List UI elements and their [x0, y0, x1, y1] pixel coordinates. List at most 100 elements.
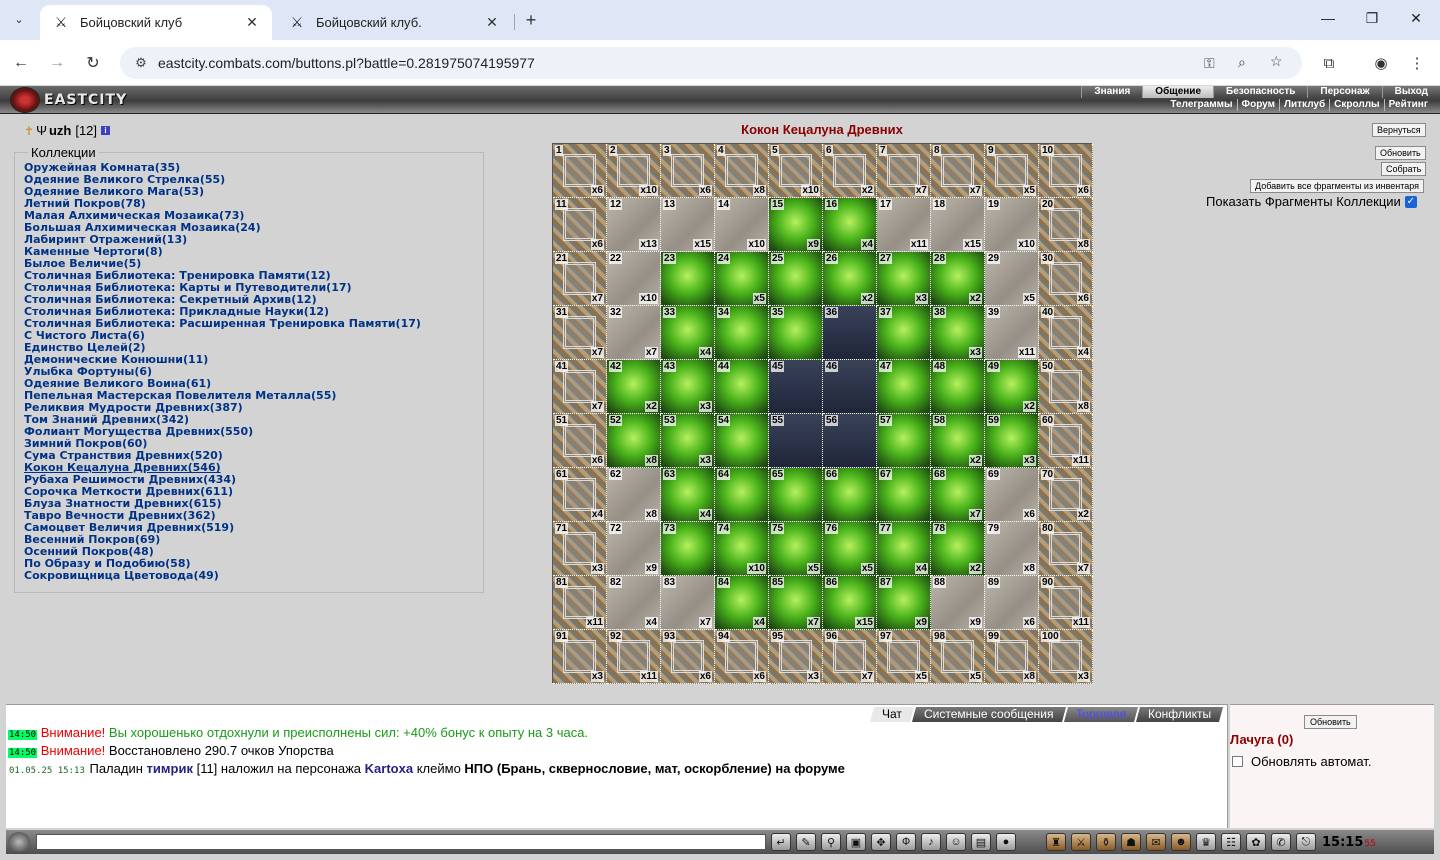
fragment-cell[interactable]: 74 x10	[715, 522, 769, 576]
close-window-icon[interactable]: ✕	[1406, 10, 1426, 27]
fragment-cell[interactable]: 32 x7	[607, 306, 661, 360]
fragment-cell[interactable]: 13 x15	[661, 198, 715, 252]
fragment-cell[interactable]: 14 x10	[715, 198, 769, 252]
fragment-cell[interactable]: 58 x2	[931, 414, 985, 468]
site-info-icon[interactable]: ⚙	[128, 55, 154, 71]
fragment-cell[interactable]: 3 x6	[661, 144, 715, 198]
chat-bubble-icon[interactable]: ✆	[1271, 833, 1291, 851]
fragment-cell[interactable]: 86 x15	[823, 576, 877, 630]
fragment-cell[interactable]: 15 x9	[769, 198, 823, 252]
fragment-cell[interactable]: 82 x4	[607, 576, 661, 630]
fragment-cell[interactable]: 1 x6	[553, 144, 607, 198]
fragment-cell[interactable]: 42 x2	[607, 360, 661, 414]
sub-menu-item[interactable]: Форум	[1236, 99, 1279, 111]
fragment-cell[interactable]: 47	[877, 360, 931, 414]
fragment-cell[interactable]: 50 x8	[1039, 360, 1093, 414]
friends-icon[interactable]: ☷	[1221, 833, 1241, 851]
fragment-cell[interactable]: 88 x9	[931, 576, 985, 630]
sound-icon[interactable]: ♪	[921, 833, 941, 851]
main-menu-item[interactable]: Выход	[1381, 86, 1440, 98]
back-button[interactable]: Вернуться	[1372, 123, 1426, 137]
fragment-cell[interactable]: 35	[769, 306, 823, 360]
fragment-cell[interactable]: 44	[715, 360, 769, 414]
fragment-cell[interactable]: 56	[823, 414, 877, 468]
back-arrow-icon[interactable]: ←	[10, 52, 32, 74]
fragment-cell[interactable]: 5 x10	[769, 144, 823, 198]
translit-icon[interactable]: Ф	[896, 833, 916, 851]
bookmark-star-icon[interactable]: ☆	[1270, 53, 1283, 70]
fragment-cell[interactable]: 71 x3	[553, 522, 607, 576]
extensions-puzzle-icon[interactable]: ⧉	[1318, 52, 1340, 74]
send-enter-icon[interactable]: ↵	[771, 833, 791, 851]
fragment-cell[interactable]: 77 x4	[877, 522, 931, 576]
chat-username[interactable]: Kartoxa	[365, 761, 413, 776]
scroll-icon[interactable]: ✉	[1146, 833, 1166, 851]
fragment-cell[interactable]: 29 x5	[985, 252, 1039, 306]
tab-search-chevron-icon[interactable]: ⌄	[8, 8, 30, 30]
fragment-cell[interactable]: 21 x7	[553, 252, 607, 306]
fragment-cell[interactable]: 37	[877, 306, 931, 360]
online-refresh-button[interactable]: Обновить	[1304, 715, 1357, 729]
fragment-cell[interactable]: 62 x8	[607, 468, 661, 522]
move-icon[interactable]: ✥	[871, 833, 891, 851]
fragment-cell[interactable]: 49 x2	[985, 360, 1039, 414]
inventory-bag-icon[interactable]: ♜	[1046, 833, 1066, 851]
fragment-cell[interactable]: 51 x6	[553, 414, 607, 468]
sub-menu-item[interactable]: Телеграммы	[1166, 99, 1236, 111]
browser-menu-icon[interactable]: ⋮	[1406, 52, 1428, 74]
fragment-cell[interactable]: 39 x11	[985, 306, 1039, 360]
fragment-cell[interactable]: 6 x2	[823, 144, 877, 198]
fragment-cell[interactable]: 78 x2	[931, 522, 985, 576]
fragment-cell[interactable]: 19 x10	[985, 198, 1039, 252]
fragment-cell[interactable]: 45	[769, 360, 823, 414]
fragment-cell[interactable]: 70 x2	[1039, 468, 1093, 522]
main-menu-item[interactable]: Персонаж	[1307, 86, 1382, 98]
chat-input[interactable]	[36, 834, 766, 850]
fragment-cell[interactable]: 87 x9	[877, 576, 931, 630]
fragment-cell[interactable]: 90 x11	[1039, 576, 1093, 630]
fragment-cell[interactable]: 46	[823, 360, 877, 414]
sub-menu-item[interactable]: Литклуб	[1279, 99, 1329, 111]
fragment-cell[interactable]: 30 x6	[1039, 252, 1093, 306]
fragment-cell[interactable]: 73	[661, 522, 715, 576]
fragment-cell[interactable]: 64	[715, 468, 769, 522]
close-tab-icon[interactable]: ✕	[244, 14, 260, 31]
fragment-cell[interactable]: 100 x3	[1039, 630, 1093, 684]
fight-icon[interactable]: ⚔	[1071, 833, 1091, 851]
fragment-cell[interactable]: 63 x4	[661, 468, 715, 522]
fragment-cell[interactable]: 79 x8	[985, 522, 1039, 576]
fragment-cell[interactable]: 36	[823, 306, 877, 360]
fragment-cell[interactable]: 54	[715, 414, 769, 468]
fragment-cell[interactable]: 59 x3	[985, 414, 1039, 468]
new-tab-plus-icon[interactable]: +	[520, 9, 542, 31]
fragment-cell[interactable]: 28 x2	[931, 252, 985, 306]
filter-icon[interactable]: ⚲	[821, 833, 841, 851]
fragment-cell[interactable]: 27 x3	[877, 252, 931, 306]
fragment-cell[interactable]: 67	[877, 468, 931, 522]
fragment-cell[interactable]: 53 x3	[661, 414, 715, 468]
fragment-cell[interactable]: 38 x3	[931, 306, 985, 360]
fragment-cell[interactable]: 33 x4	[661, 306, 715, 360]
close-tab-icon[interactable]: ✕	[484, 14, 500, 31]
fragment-cell[interactable]: 94 x6	[715, 630, 769, 684]
chat-timestamp[interactable]: 01.05.25 15:13	[8, 766, 86, 776]
chat-tab[interactable]: Чат	[870, 707, 915, 722]
add-all-fragments-button[interactable]: Добавить все фрагменты из инвентаря	[1250, 179, 1425, 193]
collect-button[interactable]: Собрать	[1381, 162, 1427, 176]
url-text[interactable]: eastcity.combats.com/buttons.pl?battle=0…	[158, 55, 535, 71]
chat-tab[interactable]: Торговля	[1063, 707, 1138, 722]
fragment-cell[interactable]: 17 x11	[877, 198, 931, 252]
fragment-cell[interactable]: 55	[769, 414, 823, 468]
reload-icon[interactable]: ↻	[82, 52, 104, 74]
fragment-cell[interactable]: 12 x13	[607, 198, 661, 252]
fragment-cell[interactable]: 93 x6	[661, 630, 715, 684]
potion-icon[interactable]: ⚱	[1096, 833, 1116, 851]
fragment-cell[interactable]: 26 x2	[823, 252, 877, 306]
fragment-cell[interactable]: 11 x6	[553, 198, 607, 252]
chat-timestamp[interactable]: 14:50	[8, 730, 38, 740]
main-menu-item[interactable]: Знания	[1081, 86, 1143, 98]
sub-menu-item[interactable]: Скроллы	[1329, 99, 1383, 111]
fragment-cell[interactable]: 80 x7	[1039, 522, 1093, 576]
fragment-cell[interactable]: 97 x5	[877, 630, 931, 684]
main-menu-item[interactable]: Общение	[1142, 86, 1213, 98]
